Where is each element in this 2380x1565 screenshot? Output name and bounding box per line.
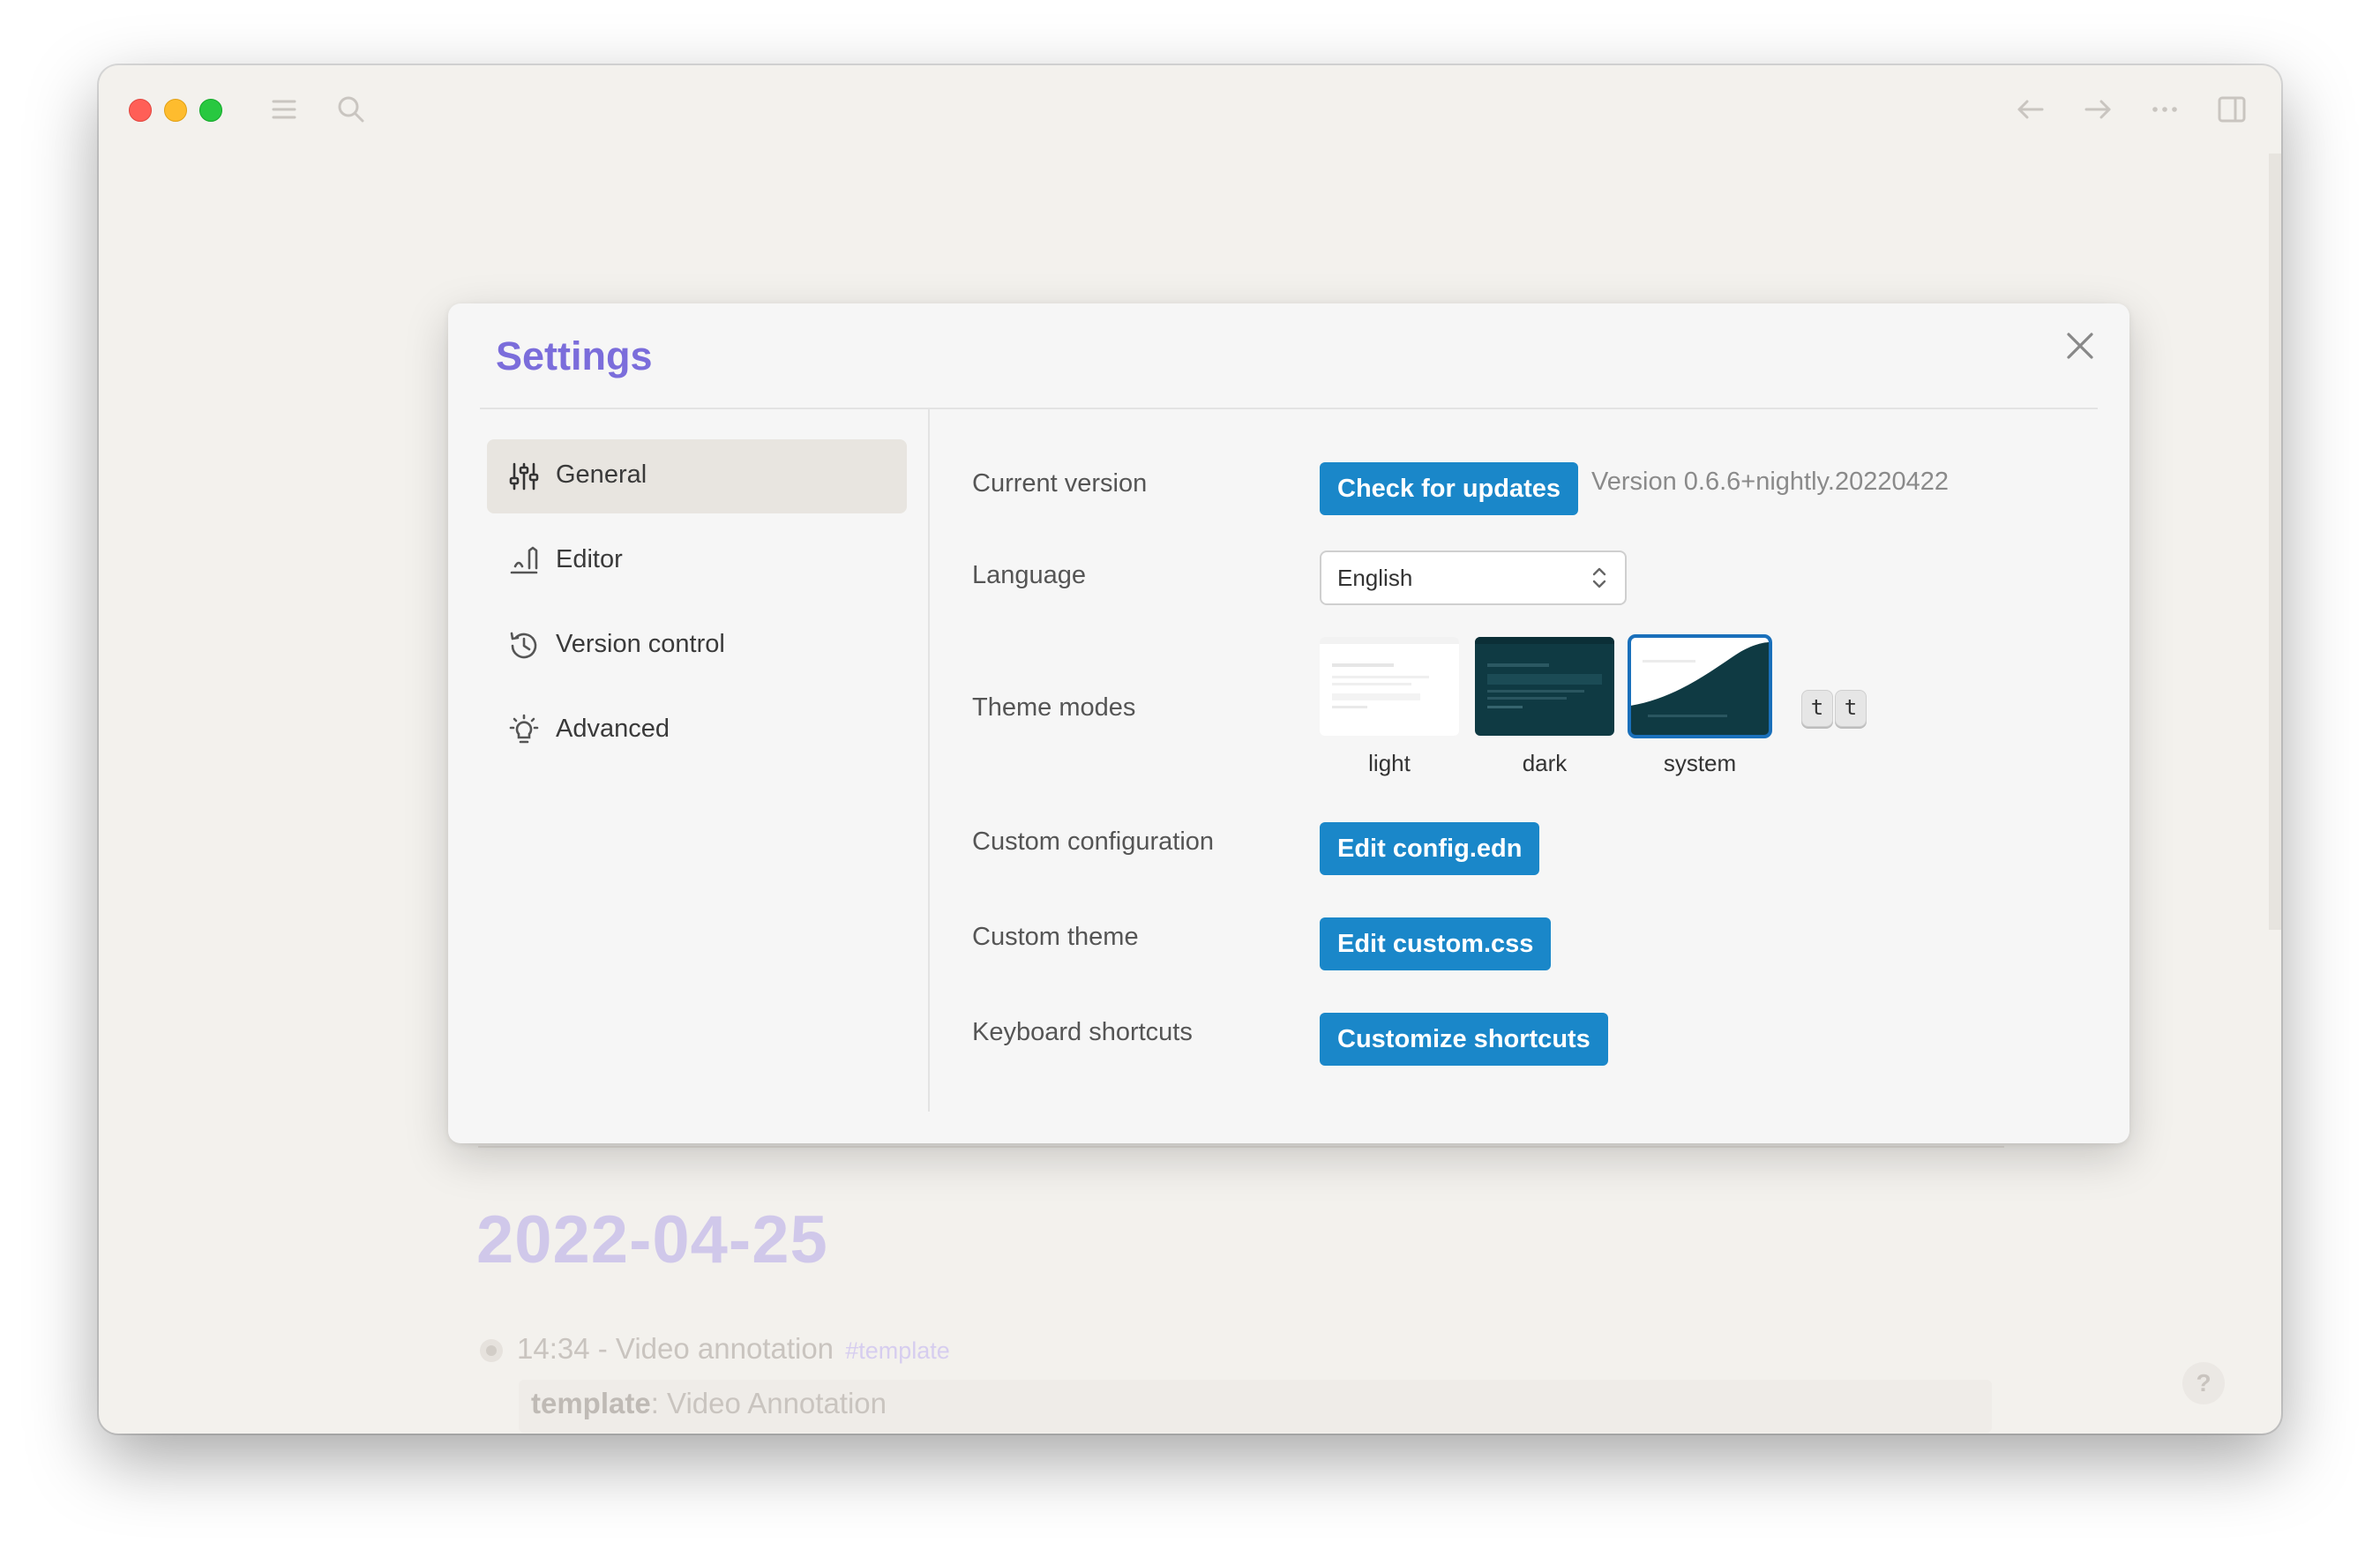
bulb-icon [506, 713, 542, 748]
language-label: Language [972, 561, 1087, 589]
sidebar-item-advanced[interactable]: Advanced [487, 693, 907, 768]
shortcut-key: t [1835, 690, 1867, 727]
custom-configuration-label: Custom configuration [972, 827, 1215, 856]
menu-icon[interactable] [266, 92, 302, 127]
help-button[interactable]: ? [2182, 1362, 2225, 1404]
close-icon[interactable] [2055, 321, 2105, 371]
zoom-window-button[interactable] [199, 99, 222, 122]
language-select-value: English [1337, 565, 1413, 591]
edit-custom-css-button[interactable]: Edit custom.css [1320, 917, 1552, 970]
theme-light-label: light [1368, 750, 1411, 776]
property-value: : Video Annotation [650, 1387, 887, 1419]
sidebar-item-editor[interactable]: Editor [487, 524, 907, 598]
page-divider [478, 1146, 2004, 1148]
arrow-right-icon[interactable] [2080, 92, 2115, 127]
sidebar-item-label: General [556, 461, 647, 489]
journal-block[interactable]: 14:34 - Video annotation #template [517, 1332, 950, 1366]
sidebar-item-label: Editor [556, 545, 623, 573]
close-window-button[interactable] [129, 99, 152, 122]
history-icon [506, 628, 542, 663]
journal-date-title[interactable]: 2022-04-25 [476, 1202, 828, 1278]
app-window: 2022-04-25 14:34 - Video annotation #tem… [99, 65, 2281, 1434]
block-tag[interactable]: #template [845, 1337, 950, 1364]
theme-system-option[interactable] [1628, 634, 1772, 738]
theme-system-label: system [1663, 750, 1737, 776]
custom-theme-label: Custom theme [972, 923, 1139, 951]
arrow-left-icon[interactable] [2013, 92, 2048, 127]
block-text: 14:34 - Video annotation [517, 1332, 834, 1365]
settings-title: Settings [496, 333, 653, 378]
sidebar-item-general[interactable]: General [487, 439, 907, 513]
scrollbar[interactable] [2269, 154, 2281, 930]
chevron-up-down-icon [1586, 563, 1613, 593]
writing-icon [506, 543, 542, 579]
version-text: Version 0.6.6+nightly.20220422 [1591, 468, 1949, 496]
language-select[interactable]: English [1320, 550, 1627, 605]
sidebar-divider [928, 409, 930, 1112]
sliders-icon [506, 459, 542, 494]
sidebar-item-label: Advanced [556, 715, 670, 743]
check-for-updates-button[interactable]: Check for updates [1320, 462, 1578, 515]
search-icon[interactable] [333, 92, 369, 127]
title-divider [480, 408, 2098, 409]
sidebar-item-version-control[interactable]: Version control [487, 609, 907, 683]
theme-dark-label: dark [1522, 750, 1568, 776]
theme-modes-label: Theme modes [972, 693, 1136, 722]
current-version-label: Current version [972, 469, 1148, 498]
keyboard-shortcuts-label: Keyboard shortcuts [972, 1018, 1193, 1046]
edit-config-button[interactable]: Edit config.edn [1320, 822, 1540, 875]
theme-dark-option[interactable] [1475, 637, 1614, 736]
minimize-window-button[interactable] [164, 99, 187, 122]
sidebar-item-label: Version control [556, 630, 725, 658]
theme-light-option[interactable] [1320, 637, 1459, 736]
property-key: template [531, 1387, 651, 1419]
more-icon[interactable] [2147, 92, 2182, 127]
block-properties: template: Video Annotation [519, 1380, 1992, 1433]
shortcut-key: t [1801, 690, 1833, 727]
sidebar-toggle-icon[interactable] [2214, 92, 2249, 127]
block-bullet[interactable] [480, 1339, 503, 1362]
customize-shortcuts-button[interactable]: Customize shortcuts [1320, 1013, 1608, 1066]
settings-modal: Settings General Editor Version control [448, 303, 2129, 1143]
